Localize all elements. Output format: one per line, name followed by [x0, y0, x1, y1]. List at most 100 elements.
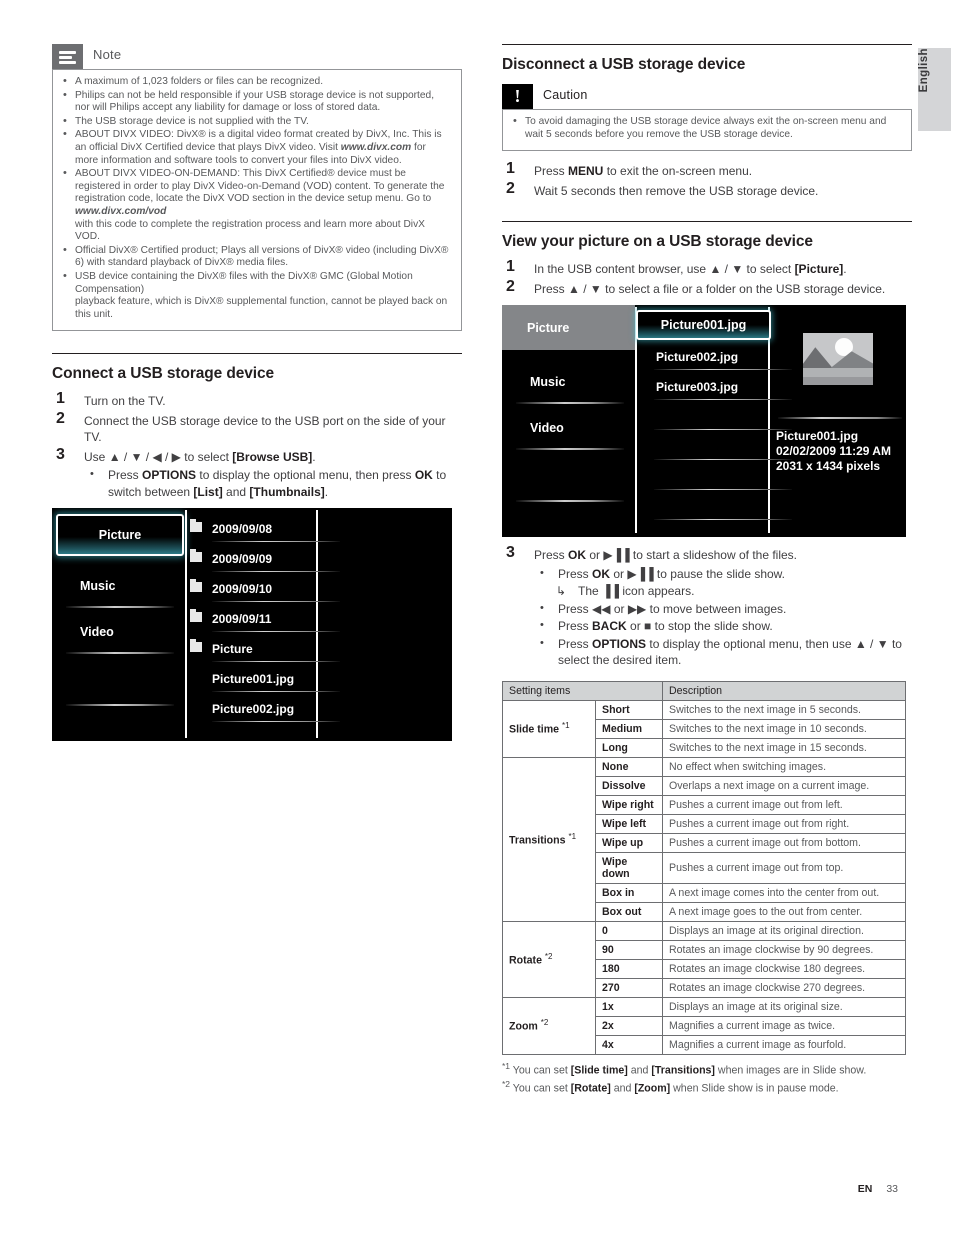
description-cell: Displays an image at its original direct… [662, 920, 906, 941]
substep-result: ↳ The ▐▐ icon appears. [556, 584, 695, 599]
list-item[interactable]: Picture001.jpg [190, 664, 340, 694]
panel-divider [635, 307, 637, 534]
option-cell: Wipe left [595, 813, 663, 834]
table-row: Transitions *1 None No effect when switc… [502, 756, 906, 922]
sidebar-item-label: Picture [98, 528, 142, 543]
table-row: Zoom *2 1x Displays an image at its orig… [502, 996, 906, 1055]
list-item-label: Picture002.jpg [656, 350, 739, 365]
pause-icon: ▐▐ [602, 584, 620, 599]
table-row: Slide time *1 Short Switches to the next… [502, 699, 906, 758]
footnote-line: *1 You can set [Slide time] and [Transit… [502, 1060, 867, 1077]
play-pause-icon: ▶▐▐ [603, 548, 630, 563]
step-number: 2 [56, 409, 65, 427]
page-footer: EN 33 [858, 1183, 898, 1195]
option-cell: 90 [595, 939, 663, 960]
sidebar-item-music[interactable]: Music [502, 360, 635, 404]
sidebar-item-music[interactable]: Music [52, 564, 185, 608]
step-text: Press OK or ▶▐▐ to start a slideshow of … [534, 548, 798, 563]
list-item[interactable]: Picture [190, 634, 340, 664]
view-picture-steps: 1 In the USB content browser, use ▲ / ▼ … [502, 259, 912, 298]
list-item[interactable]: 2009/09/08 [190, 514, 340, 544]
list-item[interactable] [640, 432, 792, 462]
usb-browser-screenshot-thumbnail: Picture Music Video Picture001.jpg Pictu… [502, 305, 906, 538]
group-label-zoom: Zoom *2 [502, 996, 596, 1055]
caution-body: To avoid damaging the USB storage device… [502, 109, 912, 152]
list-item-label: 2009/09/08 [212, 522, 273, 537]
group-label-slide-time: Slide time *1 [502, 699, 596, 758]
disconnect-usb-title: Disconnect a USB storage device [502, 56, 746, 73]
picture-thumbnail [803, 333, 873, 386]
list-item-selected[interactable]: Picture001.jpg [636, 310, 771, 341]
footnote-marker: *1 [562, 721, 570, 731]
hill-shape [829, 351, 873, 370]
footer-lang-code: EN [857, 1183, 873, 1195]
list-item[interactable] [640, 492, 792, 522]
divx-link: www.divx.com [340, 141, 412, 153]
sidebar-item-label: Music [80, 579, 116, 594]
file-info-filename: Picture001.jpg [776, 429, 859, 444]
folder-icon [190, 549, 202, 563]
footer-page-number: 33 [886, 1183, 898, 1195]
column-header-description: Description [662, 680, 906, 701]
description-cell: No effect when switching images. [662, 756, 906, 777]
footnote-marker: *2 [544, 951, 553, 961]
description-cell: Switches to the next image in 5 seconds. [662, 699, 906, 720]
sidebar-item-label: Video [530, 421, 564, 436]
sidebar-item-picture[interactable]: Picture [56, 514, 184, 557]
updown-keys-icon: ▲ / ▼ [568, 281, 602, 296]
option-cell: Wipe up [595, 832, 663, 853]
list-item[interactable]: Picture003.jpg [640, 372, 792, 402]
option-cell: 2x [595, 1015, 663, 1036]
note-item: Philips can not be held responsible if y… [61, 89, 451, 115]
dpad-keys-icon: ▲ / ▼ / ◀ / ▶ [108, 449, 181, 464]
column-header-setting-items: Setting items [502, 680, 663, 701]
sidebar-item-label: Music [530, 375, 566, 390]
note-callout: Note A maximum of 1,023 folders or files… [52, 44, 462, 332]
list-item-label: Picture001.jpg [660, 318, 747, 333]
list-item-label: 2009/09/10 [212, 582, 273, 597]
substep-item: Press OPTIONS to display the optional me… [534, 635, 912, 669]
table-footnotes: *1 You can set [Slide time] and [Transit… [502, 1059, 912, 1096]
connect-substeps: Press OPTIONS to display the optional me… [84, 466, 462, 500]
step-item: 1 Press MENU to exit the on-screen menu. [502, 161, 912, 180]
caution-callout: ! Caution To avoid damaging the USB stor… [502, 84, 912, 152]
list-item[interactable]: Picture002.jpg [190, 694, 340, 724]
step-text: In the USB content browser, use ▲ / ▼ to… [534, 262, 847, 277]
sidebar-item-video[interactable]: Video [52, 610, 185, 654]
step-number: 1 [56, 390, 65, 408]
table-row: Rotate *2 0 Displays an image at its ori… [502, 920, 906, 998]
view-picture-title: View your picture on a USB storage devic… [502, 233, 813, 251]
description-cell: Rotates an image clockwise by 90 degrees… [662, 939, 906, 960]
sidebar-item-label: Video [80, 625, 114, 640]
option-cell: 4x [595, 1034, 663, 1055]
folder-icon [190, 579, 202, 593]
sidebar-item-picture[interactable]: Picture [502, 305, 635, 351]
option-cell: None [595, 756, 663, 777]
list-item[interactable] [640, 402, 792, 432]
list-item[interactable]: 2009/09/09 [190, 544, 340, 574]
list-item[interactable]: 2009/09/10 [190, 574, 340, 604]
option-cell: 180 [595, 958, 663, 979]
description-cell: Pushes a current image out from right. [662, 813, 906, 834]
caution-icon: ! [502, 84, 533, 109]
list-item-label: 2009/09/11 [212, 612, 272, 627]
option-cell: Long [595, 737, 663, 758]
language-tab-label: English [918, 48, 930, 93]
folder-icon [190, 609, 202, 623]
list-item[interactable] [640, 462, 792, 492]
result-arrow-icon: ↳ [556, 584, 567, 599]
note-item: ABOUT DIVX VIDEO: DivX® is a digital vid… [61, 128, 451, 167]
list-item[interactable]: 2009/09/11 [190, 604, 340, 634]
step-text: Press MENU to exit the on-screen menu. [534, 164, 753, 179]
sidebar-item-video[interactable]: Video [502, 406, 635, 450]
description-cell: Magnifies a current image as fourfold. [662, 1034, 906, 1055]
file-list: 2009/09/08 2009/09/09 2009/09/10 2009/09… [190, 514, 340, 724]
list-item[interactable]: Picture002.jpg [640, 342, 792, 372]
step-item: 1 In the USB content browser, use ▲ / ▼ … [502, 259, 912, 278]
step-item: 2 Press ▲ / ▼ to select a file or a fold… [502, 278, 912, 298]
group-label-transitions: Transitions *1 [502, 756, 596, 922]
folder-icon [190, 639, 202, 653]
disconnect-usb-steps: 1 Press MENU to exit the on-screen menu.… [502, 161, 912, 199]
view-picture-section: View your picture on a USB storage devic… [502, 221, 912, 297]
connect-usb-title: Connect a USB storage device [52, 365, 275, 383]
